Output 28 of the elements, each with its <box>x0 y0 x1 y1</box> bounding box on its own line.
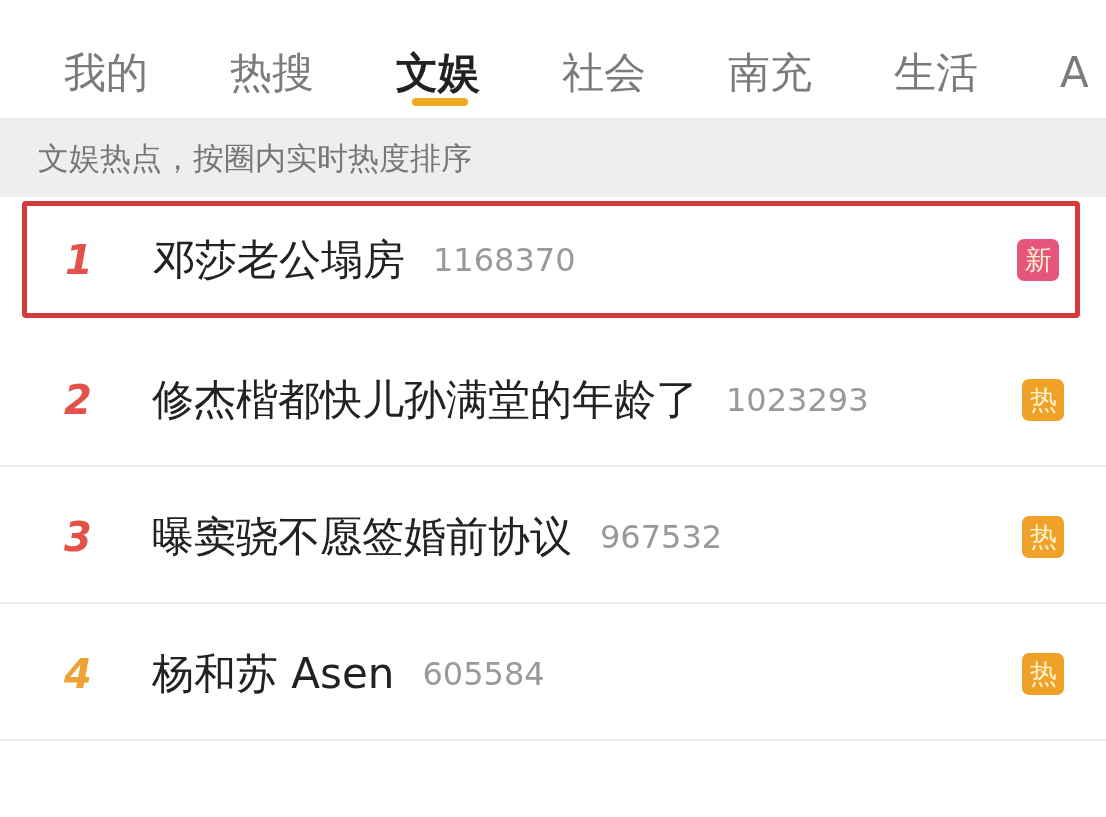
category-tab[interactable]: 南充 <box>728 0 894 118</box>
category-tab[interactable]: 文娱 <box>396 0 562 118</box>
rank-number: 4 <box>64 650 93 697</box>
rank-number: 1 <box>65 236 94 283</box>
category-tab[interactable]: 社会 <box>562 0 728 118</box>
heat-count: 1023293 <box>726 380 869 419</box>
trending-item[interactable]: 3 曝窦骁不愿签婚前协议 967532 热 <box>22 471 1084 602</box>
heat-count: 605584 <box>422 654 545 693</box>
trending-item[interactable]: 2 修杰楷都快儿孙满堂的年龄了 1023293 热 <box>22 334 1084 465</box>
trending-item[interactable]: 4 杨和苏 Asen 605584 热 <box>22 608 1084 739</box>
trending-item[interactable]: 1 邓莎老公塌房 1168370 新 <box>27 206 1075 313</box>
rank-number: 2 <box>64 376 93 423</box>
category-tab[interactable]: 我的 <box>64 0 230 118</box>
rank-number: 3 <box>64 513 93 560</box>
status-tag: 热 <box>1022 652 1064 695</box>
heat-count: 1168370 <box>433 240 576 279</box>
category-tab[interactable]: 生活 <box>894 0 1060 118</box>
topic-title: 修杰楷都快儿孙满堂的年龄了 <box>152 373 698 426</box>
category-tab[interactable]: 热搜 <box>230 0 396 118</box>
status-tag: 热 <box>1022 378 1064 421</box>
topic-title: 邓莎老公塌房 <box>153 233 405 286</box>
heat-count: 967532 <box>600 517 723 556</box>
section-note: 文娱热点，按圈内实时热度排序 <box>38 138 472 178</box>
status-tag: 热 <box>1022 515 1064 558</box>
category-tab[interactable]: A <box>1060 0 1089 118</box>
status-tag: 新 <box>1017 238 1059 281</box>
topic-title: 杨和苏 Asen <box>152 647 395 700</box>
topic-title: 曝窦骁不愿签婚前协议 <box>152 510 572 563</box>
